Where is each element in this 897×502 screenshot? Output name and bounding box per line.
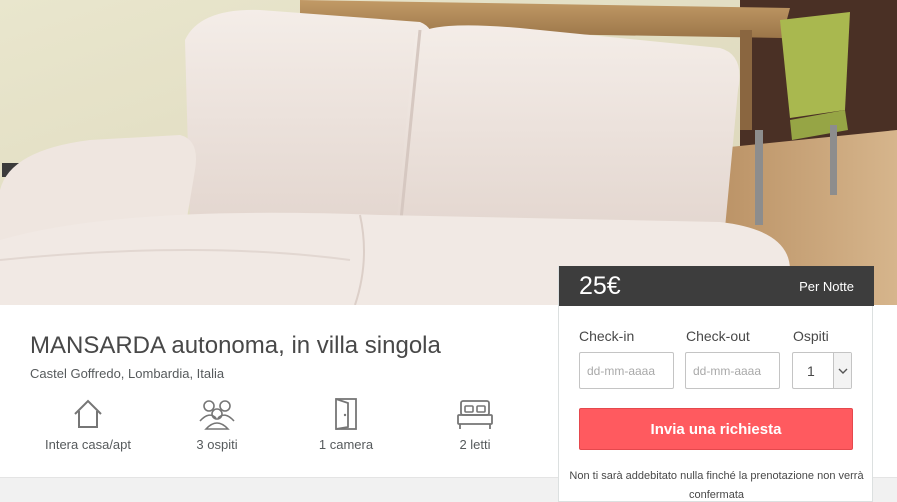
amenity-bedrooms: 1 camera	[286, 397, 406, 452]
sofa-photo-illustration	[0, 0, 897, 305]
chevron-down-icon[interactable]	[833, 353, 851, 388]
bed-icon	[415, 397, 535, 433]
checkout-input[interactable]	[685, 352, 780, 389]
amenity-guests: 3 ospiti	[157, 397, 277, 452]
checkin-label: Check-in	[579, 328, 635, 344]
listing-photo[interactable]	[0, 0, 897, 305]
send-request-button[interactable]: Invia una richiesta	[579, 408, 853, 450]
nightly-price: 25€	[579, 271, 621, 300]
checkin-input[interactable]	[579, 352, 674, 389]
amenity-room-type: Intera casa/apt	[28, 397, 148, 452]
listing-title: MANSARDA autonoma, in villa singola	[30, 332, 441, 359]
amenity-label: 1 camera	[318, 437, 374, 452]
house-icon	[28, 397, 148, 433]
guests-select[interactable]: 1	[792, 352, 852, 389]
listing-info: MANSARDA autonoma, in villa singola Cast…	[0, 305, 558, 477]
amenity-label: 2 letti	[459, 437, 491, 452]
checkout-label: Check-out	[686, 328, 750, 344]
guests-label: Ospiti	[793, 328, 829, 344]
guests-icon	[157, 397, 277, 433]
booking-note: Non ti sarà addebitato nulla finché la p…	[569, 470, 864, 501]
amenity-label: 3 ospiti	[196, 437, 238, 452]
price-period: Per Notte	[799, 278, 854, 294]
door-icon	[286, 397, 406, 433]
amenity-beds: 2 letti	[415, 397, 535, 452]
amenity-label: Intera casa/apt	[45, 437, 131, 452]
listing-location: Castel Goffredo, Lombardia, Italia	[30, 366, 225, 381]
guests-select-value: 1	[807, 363, 815, 379]
price-bar: 25€ Per Notte	[559, 266, 874, 306]
booking-panel: 25€ Per Notte Check-in Check-out Ospiti …	[558, 266, 874, 502]
